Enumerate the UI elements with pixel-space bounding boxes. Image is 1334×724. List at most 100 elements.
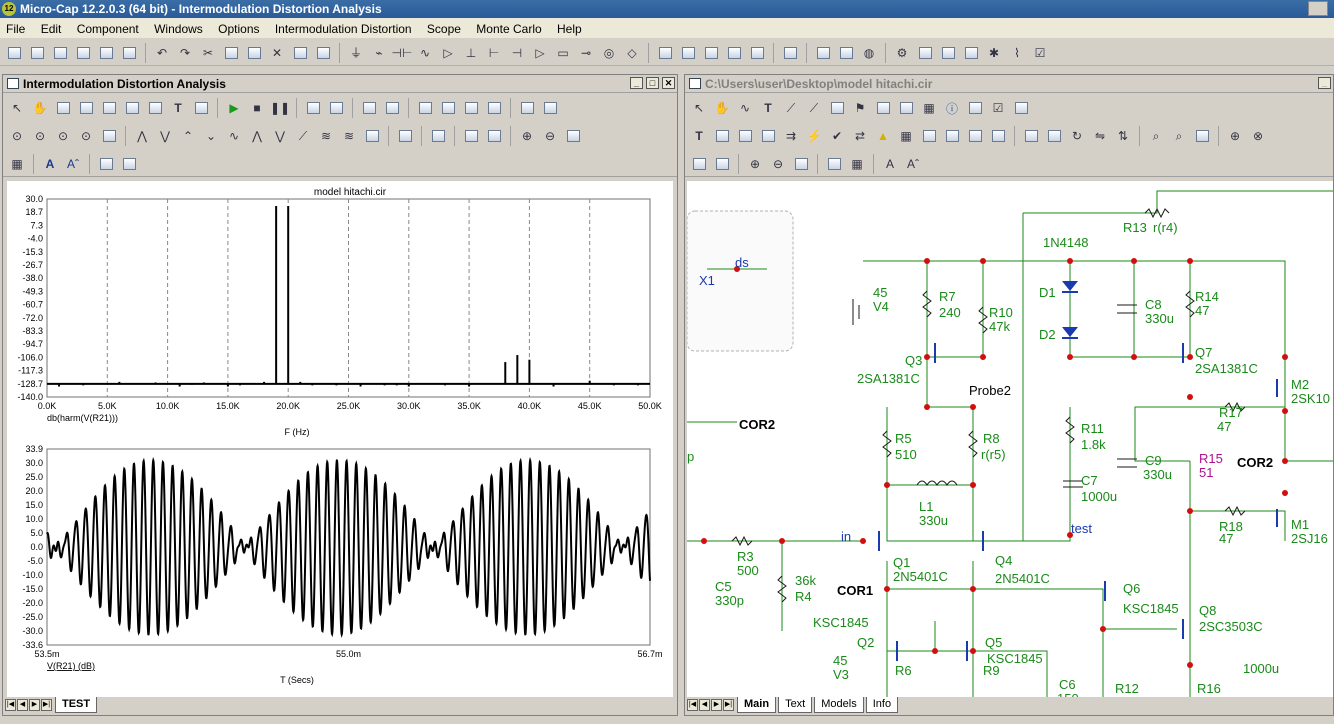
sch-list-icon[interactable]: [1011, 98, 1031, 118]
print-icon[interactable]: [119, 43, 139, 63]
npn-icon[interactable]: ⊢: [484, 43, 504, 63]
cursor-inflect-icon[interactable]: ∿: [224, 126, 244, 146]
edit-icon[interactable]: [99, 126, 119, 146]
sch-diag-wire-icon[interactable]: ⟋: [804, 98, 824, 118]
sch-component-icon[interactable]: [896, 98, 916, 118]
zoom-y-icon[interactable]: ⊙: [53, 126, 73, 146]
redo-icon[interactable]: ↷: [175, 43, 195, 63]
sch-paste-icon[interactable]: [712, 154, 732, 174]
model-icon[interactable]: [961, 43, 981, 63]
capacitor-icon[interactable]: ⊣⊢: [392, 43, 413, 63]
menu-intermodulation[interactable]: Intermodulation Distortion: [269, 18, 418, 37]
calculator-icon[interactable]: [780, 43, 800, 63]
cursor-bottom-icon[interactable]: ≋: [339, 126, 359, 146]
save-all-icon[interactable]: [73, 43, 93, 63]
sch-flag-icon[interactable]: ⚑: [850, 98, 870, 118]
cursor-top-icon[interactable]: ≋: [316, 126, 336, 146]
delete-icon[interactable]: ✕: [267, 43, 287, 63]
inductor-icon[interactable]: ∿: [415, 43, 435, 63]
sch-text-icon[interactable]: T: [758, 98, 778, 118]
zoom-fit-icon[interactable]: ⊙: [7, 126, 27, 146]
sch-text-mode-icon[interactable]: T: [689, 126, 709, 146]
schematic-minimize-button[interactable]: _: [1318, 77, 1331, 89]
view-b-icon[interactable]: [438, 98, 458, 118]
sch-find-icon[interactable]: ⌕: [1146, 126, 1166, 146]
sch-zoom-fit-icon[interactable]: [791, 154, 811, 174]
tab-test[interactable]: TEST: [55, 697, 98, 713]
sch-rotate-icon[interactable]: ↻: [1067, 126, 1087, 146]
sch-grid2-icon[interactable]: ▦: [896, 126, 916, 146]
battery-icon[interactable]: ⊥: [461, 43, 481, 63]
sch-attr-icon[interactable]: [712, 126, 732, 146]
numeric-output-icon[interactable]: [395, 126, 415, 146]
graph2-icon[interactable]: [122, 98, 142, 118]
sch-font-icon[interactable]: A: [880, 154, 900, 174]
zoom-out-icon[interactable]: ⊖: [540, 126, 560, 146]
zoom-in-icon[interactable]: ⊕: [517, 126, 537, 146]
sch-grid-icon[interactable]: ▦: [919, 98, 939, 118]
font-icon[interactable]: A: [40, 154, 60, 174]
limits-icon[interactable]: [191, 98, 211, 118]
save-icon[interactable]: [50, 43, 70, 63]
component-library-icon[interactable]: [813, 43, 833, 63]
sch-next-tab-button[interactable]: ▶: [711, 699, 722, 711]
sch-bus-icon[interactable]: [827, 98, 847, 118]
split-h-icon[interactable]: [517, 98, 537, 118]
data-points-icon[interactable]: [428, 126, 448, 146]
sch-copy-icon[interactable]: [689, 154, 709, 174]
shape-editor-icon[interactable]: [836, 43, 856, 63]
window-icon[interactable]: [724, 43, 744, 63]
menu-edit[interactable]: Edit: [35, 18, 68, 37]
zoom-window-icon[interactable]: [563, 126, 583, 146]
tile-horizontal-icon[interactable]: [701, 43, 721, 63]
probe-icon[interactable]: ◇: [622, 43, 642, 63]
last-tab-button[interactable]: ▶|: [41, 699, 52, 711]
tokens-icon[interactable]: [461, 126, 481, 146]
menu-help[interactable]: Help: [551, 18, 588, 37]
cursor-high-icon[interactable]: ⌃: [178, 126, 198, 146]
cut-icon[interactable]: ✂: [198, 43, 218, 63]
check-icon[interactable]: ☑: [1030, 43, 1050, 63]
sch-font-style-icon[interactable]: Aˆ: [903, 154, 923, 174]
copy-icon[interactable]: [221, 43, 241, 63]
select-mode-icon[interactable]: ↖: [7, 98, 27, 118]
undo-icon[interactable]: ↶: [152, 43, 172, 63]
text-icon[interactable]: T: [168, 98, 188, 118]
view-d-icon[interactable]: [484, 98, 504, 118]
window2-icon[interactable]: [747, 43, 767, 63]
sch-prev-tab-button[interactable]: ◀: [699, 699, 710, 711]
graph3-icon[interactable]: [145, 98, 165, 118]
sch-wire-icon[interactable]: ∿: [735, 98, 755, 118]
cascade-icon[interactable]: [655, 43, 675, 63]
next-tab-button[interactable]: ▶: [29, 699, 40, 711]
font-style-icon[interactable]: Aˆ: [63, 154, 83, 174]
sch-info-icon[interactable]: ⓘ: [942, 98, 962, 118]
sch-zoom-out-icon[interactable]: ⊖: [768, 154, 788, 174]
cursor-global-high-icon[interactable]: ⋀: [247, 126, 267, 146]
plot-properties-icon[interactable]: [76, 98, 96, 118]
tab-info[interactable]: Info: [865, 697, 899, 713]
cursor-mode-icon[interactable]: [362, 126, 382, 146]
prev-tab-button[interactable]: ◀: [17, 699, 28, 711]
new-file-icon[interactable]: [4, 43, 24, 63]
sch-border-icon[interactable]: [965, 126, 985, 146]
cursor-valley-icon[interactable]: ⋁: [155, 126, 175, 146]
sch-nodes-icon[interactable]: [1021, 126, 1041, 146]
sch-title-icon[interactable]: [988, 126, 1008, 146]
resistor-icon[interactable]: ⌁: [369, 43, 389, 63]
view-c-icon[interactable]: [461, 98, 481, 118]
duplicate-icon[interactable]: [313, 43, 333, 63]
sch-currents-icon[interactable]: ⇉: [781, 126, 801, 146]
sch-redraw-icon[interactable]: [824, 154, 844, 174]
sch-box-icon[interactable]: [1044, 126, 1064, 146]
sch-shapes-icon[interactable]: [873, 98, 893, 118]
cursor-low-icon[interactable]: ⌄: [201, 126, 221, 146]
tab-models[interactable]: Models: [814, 697, 864, 713]
sch-find-text-icon[interactable]: ⌕: [1169, 126, 1189, 146]
sch-first-tab-button[interactable]: |◀: [687, 699, 698, 711]
select-all-icon[interactable]: [290, 43, 310, 63]
pan-icon[interactable]: ✋: [30, 98, 50, 118]
cursor-peak-icon[interactable]: ⋀: [132, 126, 152, 146]
sch-close-icon[interactable]: ⊗: [1248, 126, 1268, 146]
frame-icon[interactable]: [359, 98, 379, 118]
